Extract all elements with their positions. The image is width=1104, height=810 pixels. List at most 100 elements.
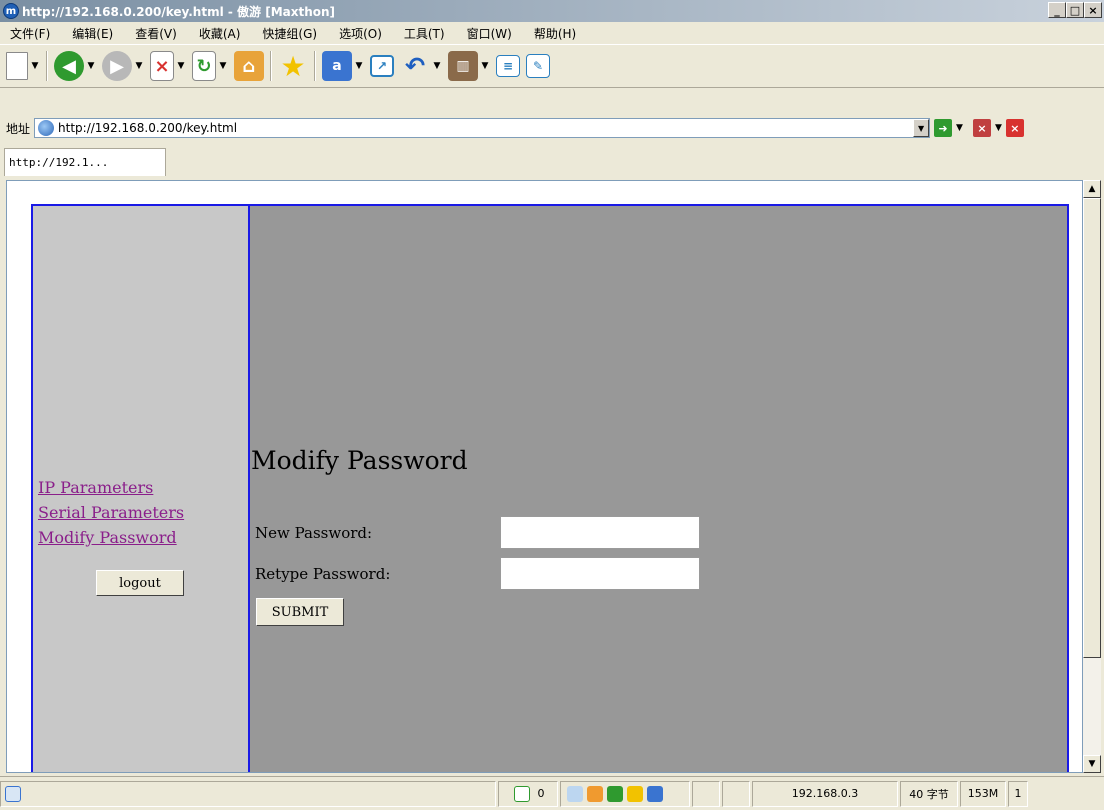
- page-status-icon: [5, 785, 21, 802]
- scroll-down-icon[interactable]: ▼: [1083, 755, 1101, 773]
- menu-file[interactable]: 文件(F): [10, 25, 50, 42]
- status-empty-cell: [722, 780, 750, 807]
- translate-icon: a: [322, 51, 352, 81]
- address-url[interactable]: http://192.168.0.200/key.html: [58, 121, 913, 135]
- retype-password-row: Retype Password:: [255, 557, 700, 590]
- toolbar-separator: [270, 51, 272, 81]
- menu-window[interactable]: 窗口(W): [467, 25, 512, 42]
- menu-shortcut-group[interactable]: 快捷组(G): [262, 25, 317, 42]
- chevron-down-icon[interactable]: ▼: [86, 61, 96, 71]
- sync-icon[interactable]: [607, 785, 623, 802]
- close-tab-icon[interactable]: ×: [1005, 119, 1024, 137]
- list-icon: ≡: [496, 55, 520, 77]
- chevron-down-icon[interactable]: ▼: [354, 61, 364, 71]
- ad-hunter-icon[interactable]: [587, 785, 603, 802]
- edit-icon: ✎: [526, 54, 550, 78]
- stop-button[interactable]: × ▼: [150, 48, 186, 84]
- tab-current[interactable]: http://192.1...: [4, 148, 166, 176]
- toolbar-separator: [46, 51, 48, 81]
- page-globe-icon: [38, 120, 55, 136]
- tab-bar: http://192.1...: [0, 146, 1104, 176]
- close-button[interactable]: ×: [1084, 2, 1102, 18]
- retype-password-label: Retype Password:: [255, 564, 391, 583]
- chevron-down-icon[interactable]: ▼: [30, 61, 40, 71]
- forward-button[interactable]: ▶ ▼: [102, 48, 144, 84]
- nav-link-serial-parameters[interactable]: Serial Parameters: [38, 503, 184, 522]
- new-password-label: New Password:: [255, 523, 373, 542]
- scroll-thumb[interactable]: [1083, 198, 1101, 658]
- submit-button[interactable]: SUBMIT: [256, 598, 344, 626]
- home-button[interactable]: ⌂: [234, 48, 264, 84]
- menu-tools[interactable]: 工具(T): [404, 25, 445, 42]
- back-button[interactable]: ◀ ▼: [54, 48, 96, 84]
- chevron-down-icon[interactable]: ▼: [480, 61, 490, 71]
- status-ip: 192.168.0.3: [752, 780, 898, 807]
- window-icon[interactable]: [647, 785, 663, 802]
- chevron-down-icon[interactable]: ▼: [913, 119, 930, 137]
- menu-favorites[interactable]: 收藏(A): [199, 25, 241, 42]
- nav-link-modify-password[interactable]: Modify Password: [38, 528, 184, 547]
- scroll-up-icon[interactable]: ▲: [1083, 180, 1101, 198]
- new-password-row: New Password:: [255, 516, 700, 549]
- menu-bar: 文件(F) 编辑(E) 查看(V) 收藏(A) 快捷组(G) 选项(O) 工具(…: [0, 22, 1104, 44]
- popup-blocker-icon: [513, 785, 530, 802]
- close-all-icon[interactable]: ×: [972, 119, 991, 137]
- menu-edit[interactable]: 编辑(E): [72, 25, 113, 42]
- tools-button[interactable]: ▥ ▼: [448, 48, 490, 84]
- window-title: http://192.168.0.200/key.html - 傲游 [Maxt…: [22, 4, 336, 19]
- frameset: IP Parameters Serial Parameters Modify P…: [31, 204, 1069, 772]
- chevron-down-icon[interactable]: ▼: [218, 61, 228, 71]
- new-page-icon: [6, 52, 28, 80]
- status-bytes: 40 字节: [900, 780, 958, 807]
- refresh-button[interactable]: ↻ ▼: [192, 48, 228, 84]
- chevron-down-icon[interactable]: ▼: [432, 61, 442, 71]
- left-nav-frame: IP Parameters Serial Parameters Modify P…: [33, 206, 248, 772]
- sidebar-toggle-button[interactable]: ≡: [496, 48, 520, 84]
- status-tab-count: 1: [1008, 780, 1028, 807]
- toolbar: ▼ ◀ ▼ ▶ ▼ × ▼ ↻ ▼ ⌂ ★ a ▼ ↗ ↶ ▼ ▥ ▼ ≡ ✎: [0, 44, 1104, 88]
- vertical-scrollbar[interactable]: ▲ ▼: [1083, 180, 1101, 773]
- undo-icon: ↶: [404, 52, 426, 80]
- mouse-gesture-icon[interactable]: [567, 785, 583, 802]
- new-page-button[interactable]: ▼: [6, 48, 40, 84]
- retype-password-input[interactable]: [500, 557, 700, 590]
- nav-link-ip-parameters[interactable]: IP Parameters: [38, 478, 184, 497]
- flash-icon[interactable]: [627, 785, 643, 802]
- maximize-button[interactable]: □: [1066, 2, 1084, 18]
- status-bar: 0 192.168.0.3 40 字节 153M 1: [0, 776, 1104, 810]
- page-title: Modify Password: [251, 446, 468, 475]
- status-page-cell: [0, 780, 496, 807]
- undo-close-button[interactable]: ↶ ▼: [400, 48, 442, 84]
- logout-button[interactable]: logout: [96, 570, 184, 596]
- translate-button[interactable]: a ▼: [322, 48, 364, 84]
- title-bar: m http://192.168.0.200/key.html - 傲游 [Ma…: [0, 0, 1104, 22]
- tools-icon: ▥: [448, 51, 478, 81]
- go-icon[interactable]: ➜: [934, 119, 953, 137]
- capture-button[interactable]: ↗: [370, 48, 394, 84]
- status-empty-cell: [692, 780, 720, 807]
- menu-options[interactable]: 选项(O): [339, 25, 382, 42]
- main-content-frame: Modify Password New Password: Retype Pas…: [250, 206, 1067, 772]
- blocked-count: 0: [537, 787, 545, 800]
- chevron-down-icon[interactable]: ▼: [995, 123, 1002, 133]
- popup-blocker-cell[interactable]: 0: [498, 780, 558, 807]
- chevron-down-icon[interactable]: ▼: [956, 123, 963, 133]
- new-password-input[interactable]: [500, 516, 700, 549]
- back-icon: ◀: [54, 51, 84, 81]
- home-icon: ⌂: [234, 51, 264, 81]
- chevron-down-icon[interactable]: ▼: [134, 61, 144, 71]
- address-field[interactable]: http://192.168.0.200/key.html ▼: [34, 118, 931, 138]
- address-label: 地址: [6, 121, 31, 136]
- stop-icon: ×: [150, 51, 174, 81]
- edit-button[interactable]: ✎: [526, 48, 550, 84]
- nav-links: IP Parameters Serial Parameters Modify P…: [38, 478, 184, 547]
- page-viewport: IP Parameters Serial Parameters Modify P…: [6, 180, 1083, 773]
- capture-icon: ↗: [370, 55, 394, 77]
- status-tools-cell: [560, 780, 690, 807]
- minimize-button[interactable]: _: [1048, 2, 1066, 18]
- favorites-button[interactable]: ★: [278, 48, 308, 84]
- menu-help[interactable]: 帮助(H): [534, 25, 576, 42]
- chevron-down-icon[interactable]: ▼: [176, 61, 186, 71]
- refresh-icon: ↻: [192, 51, 216, 81]
- menu-view[interactable]: 查看(V): [135, 25, 177, 42]
